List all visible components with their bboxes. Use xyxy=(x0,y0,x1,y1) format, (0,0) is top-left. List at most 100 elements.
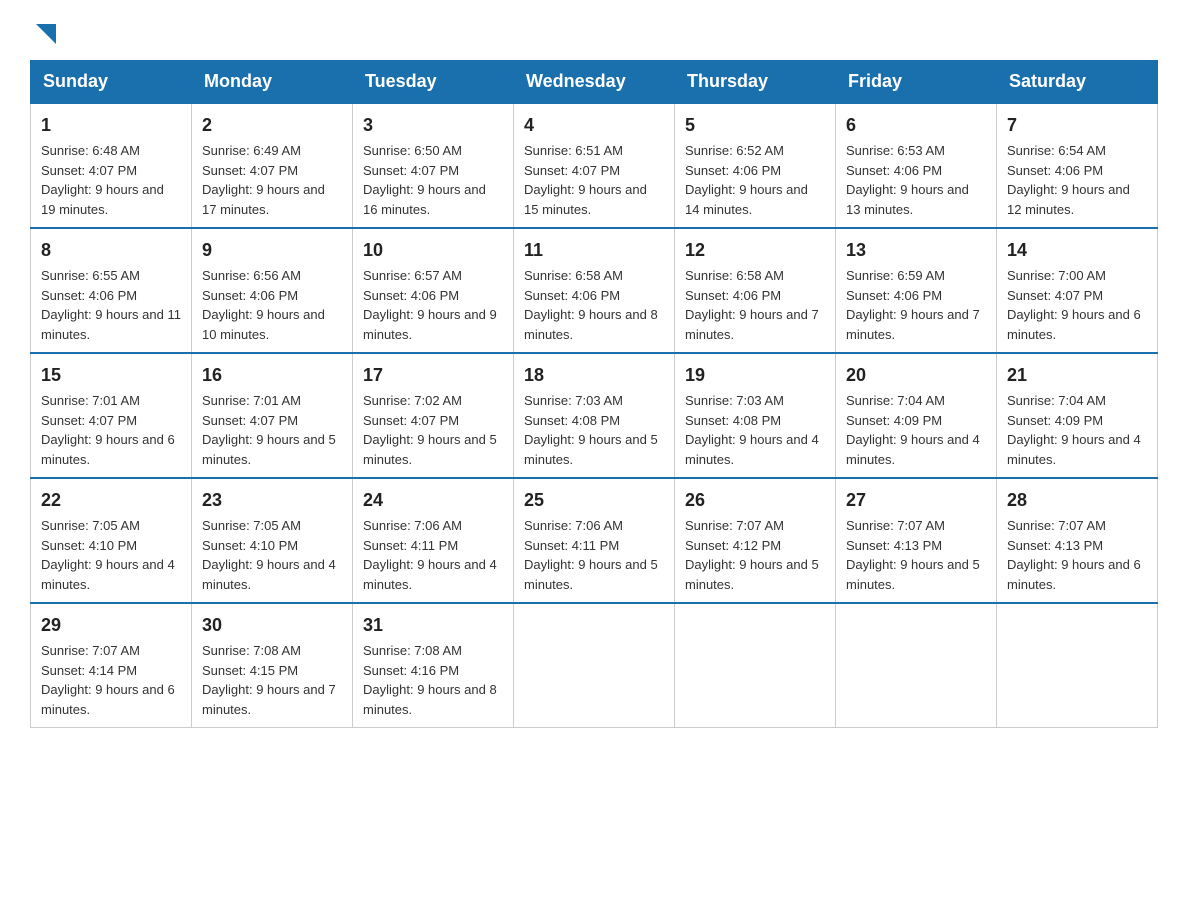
day-number: 14 xyxy=(1007,237,1147,264)
day-number: 26 xyxy=(685,487,825,514)
day-number: 25 xyxy=(524,487,664,514)
day-sunrise: Sunrise: 7:06 AM xyxy=(524,518,623,533)
day-sunrise: Sunrise: 7:03 AM xyxy=(524,393,623,408)
day-daylight: Daylight: 9 hours and 8 minutes. xyxy=(524,307,658,342)
day-sunset: Sunset: 4:14 PM xyxy=(41,663,137,678)
day-sunrise: Sunrise: 7:01 AM xyxy=(202,393,301,408)
day-daylight: Daylight: 9 hours and 12 minutes. xyxy=(1007,182,1130,217)
day-number: 11 xyxy=(524,237,664,264)
day-sunrise: Sunrise: 6:52 AM xyxy=(685,143,784,158)
calendar-cell: 12 Sunrise: 6:58 AM Sunset: 4:06 PM Dayl… xyxy=(675,228,836,353)
day-daylight: Daylight: 9 hours and 15 minutes. xyxy=(524,182,647,217)
day-sunrise: Sunrise: 6:53 AM xyxy=(846,143,945,158)
day-daylight: Daylight: 9 hours and 5 minutes. xyxy=(846,557,980,592)
calendar-cell: 28 Sunrise: 7:07 AM Sunset: 4:13 PM Dayl… xyxy=(997,478,1158,603)
day-daylight: Daylight: 9 hours and 6 minutes. xyxy=(41,682,175,717)
calendar-week-4: 22 Sunrise: 7:05 AM Sunset: 4:10 PM Dayl… xyxy=(31,478,1158,603)
day-number: 20 xyxy=(846,362,986,389)
day-sunset: Sunset: 4:15 PM xyxy=(202,663,298,678)
day-number: 8 xyxy=(41,237,181,264)
day-number: 24 xyxy=(363,487,503,514)
day-sunrise: Sunrise: 7:07 AM xyxy=(846,518,945,533)
day-number: 28 xyxy=(1007,487,1147,514)
header-friday: Friday xyxy=(836,61,997,104)
day-sunset: Sunset: 4:07 PM xyxy=(41,163,137,178)
day-sunrise: Sunrise: 7:00 AM xyxy=(1007,268,1106,283)
day-sunset: Sunset: 4:11 PM xyxy=(363,538,458,553)
calendar-table: SundayMondayTuesdayWednesdayThursdayFrid… xyxy=(30,60,1158,728)
day-daylight: Daylight: 9 hours and 7 minutes. xyxy=(202,682,336,717)
calendar-cell: 16 Sunrise: 7:01 AM Sunset: 4:07 PM Dayl… xyxy=(192,353,353,478)
day-daylight: Daylight: 9 hours and 6 minutes. xyxy=(41,432,175,467)
day-daylight: Daylight: 9 hours and 6 minutes. xyxy=(1007,557,1141,592)
header-wednesday: Wednesday xyxy=(514,61,675,104)
day-number: 9 xyxy=(202,237,342,264)
day-sunset: Sunset: 4:10 PM xyxy=(41,538,137,553)
day-sunrise: Sunrise: 7:01 AM xyxy=(41,393,140,408)
day-sunrise: Sunrise: 7:08 AM xyxy=(363,643,462,658)
day-sunrise: Sunrise: 7:04 AM xyxy=(846,393,945,408)
day-sunset: Sunset: 4:06 PM xyxy=(685,163,781,178)
day-daylight: Daylight: 9 hours and 5 minutes. xyxy=(202,432,336,467)
day-number: 29 xyxy=(41,612,181,639)
day-sunset: Sunset: 4:11 PM xyxy=(524,538,619,553)
calendar-week-3: 15 Sunrise: 7:01 AM Sunset: 4:07 PM Dayl… xyxy=(31,353,1158,478)
calendar-cell: 30 Sunrise: 7:08 AM Sunset: 4:15 PM Dayl… xyxy=(192,603,353,728)
day-sunset: Sunset: 4:07 PM xyxy=(363,163,459,178)
calendar-cell: 26 Sunrise: 7:07 AM Sunset: 4:12 PM Dayl… xyxy=(675,478,836,603)
calendar-cell: 17 Sunrise: 7:02 AM Sunset: 4:07 PM Dayl… xyxy=(353,353,514,478)
day-sunset: Sunset: 4:07 PM xyxy=(524,163,620,178)
day-sunrise: Sunrise: 7:06 AM xyxy=(363,518,462,533)
calendar-cell: 25 Sunrise: 7:06 AM Sunset: 4:11 PM Dayl… xyxy=(514,478,675,603)
day-sunset: Sunset: 4:07 PM xyxy=(202,413,298,428)
day-daylight: Daylight: 9 hours and 4 minutes. xyxy=(202,557,336,592)
day-daylight: Daylight: 9 hours and 8 minutes. xyxy=(363,682,497,717)
day-daylight: Daylight: 9 hours and 14 minutes. xyxy=(685,182,808,217)
day-daylight: Daylight: 9 hours and 16 minutes. xyxy=(363,182,486,217)
day-sunset: Sunset: 4:07 PM xyxy=(41,413,137,428)
day-sunset: Sunset: 4:10 PM xyxy=(202,538,298,553)
day-daylight: Daylight: 9 hours and 5 minutes. xyxy=(524,557,658,592)
day-sunrise: Sunrise: 7:07 AM xyxy=(1007,518,1106,533)
day-sunrise: Sunrise: 6:55 AM xyxy=(41,268,140,283)
day-sunset: Sunset: 4:13 PM xyxy=(846,538,942,553)
calendar-cell: 1 Sunrise: 6:48 AM Sunset: 4:07 PM Dayli… xyxy=(31,103,192,228)
day-number: 27 xyxy=(846,487,986,514)
day-number: 18 xyxy=(524,362,664,389)
day-sunrise: Sunrise: 7:08 AM xyxy=(202,643,301,658)
day-sunrise: Sunrise: 6:48 AM xyxy=(41,143,140,158)
day-number: 5 xyxy=(685,112,825,139)
day-daylight: Daylight: 9 hours and 4 minutes. xyxy=(685,432,819,467)
day-daylight: Daylight: 9 hours and 4 minutes. xyxy=(41,557,175,592)
calendar-cell: 31 Sunrise: 7:08 AM Sunset: 4:16 PM Dayl… xyxy=(353,603,514,728)
calendar-cell: 9 Sunrise: 6:56 AM Sunset: 4:06 PM Dayli… xyxy=(192,228,353,353)
day-sunset: Sunset: 4:06 PM xyxy=(363,288,459,303)
day-number: 4 xyxy=(524,112,664,139)
day-sunrise: Sunrise: 6:57 AM xyxy=(363,268,462,283)
header-tuesday: Tuesday xyxy=(353,61,514,104)
header-monday: Monday xyxy=(192,61,353,104)
calendar-header-row: SundayMondayTuesdayWednesdayThursdayFrid… xyxy=(31,61,1158,104)
day-daylight: Daylight: 9 hours and 13 minutes. xyxy=(846,182,969,217)
day-sunset: Sunset: 4:06 PM xyxy=(41,288,137,303)
day-daylight: Daylight: 9 hours and 10 minutes. xyxy=(202,307,325,342)
day-number: 12 xyxy=(685,237,825,264)
day-daylight: Daylight: 9 hours and 6 minutes. xyxy=(1007,307,1141,342)
day-sunrise: Sunrise: 6:49 AM xyxy=(202,143,301,158)
day-number: 30 xyxy=(202,612,342,639)
day-sunrise: Sunrise: 6:59 AM xyxy=(846,268,945,283)
header-saturday: Saturday xyxy=(997,61,1158,104)
day-number: 3 xyxy=(363,112,503,139)
header-sunday: Sunday xyxy=(31,61,192,104)
day-sunrise: Sunrise: 7:07 AM xyxy=(685,518,784,533)
day-sunrise: Sunrise: 6:51 AM xyxy=(524,143,623,158)
day-sunset: Sunset: 4:09 PM xyxy=(1007,413,1103,428)
day-sunset: Sunset: 4:06 PM xyxy=(846,163,942,178)
calendar-cell xyxy=(836,603,997,728)
calendar-cell: 3 Sunrise: 6:50 AM Sunset: 4:07 PM Dayli… xyxy=(353,103,514,228)
day-daylight: Daylight: 9 hours and 7 minutes. xyxy=(685,307,819,342)
calendar-cell: 13 Sunrise: 6:59 AM Sunset: 4:06 PM Dayl… xyxy=(836,228,997,353)
calendar-week-5: 29 Sunrise: 7:07 AM Sunset: 4:14 PM Dayl… xyxy=(31,603,1158,728)
day-sunset: Sunset: 4:16 PM xyxy=(363,663,459,678)
day-sunset: Sunset: 4:07 PM xyxy=(363,413,459,428)
